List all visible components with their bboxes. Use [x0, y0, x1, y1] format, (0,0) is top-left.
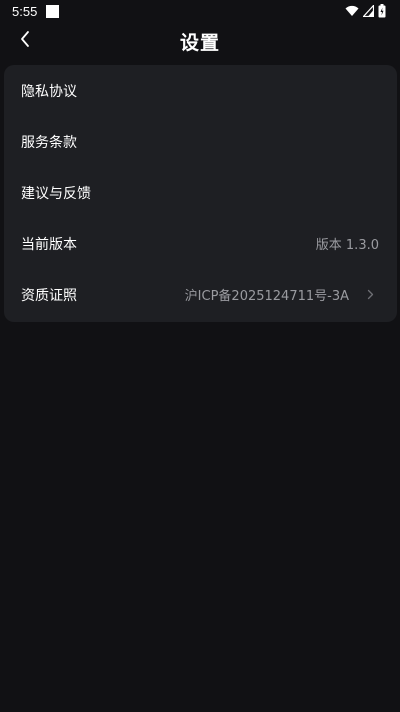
- header: 设置: [0, 24, 400, 60]
- icp-license-value: 沪ICP备2025124711号-3A: [184, 289, 349, 304]
- battery-icon: [378, 4, 386, 18]
- settings-item-current-version[interactable]: 当前版本 版本 1.3.0: [4, 218, 397, 269]
- version-value: 版本 1.3.0: [315, 238, 379, 253]
- wifi-icon: [345, 5, 359, 17]
- settings-item-qualifications[interactable]: 资质证照 沪ICP备2025124711号-3A: [4, 269, 397, 320]
- status-icons: [345, 4, 386, 18]
- settings-item-label: 建议与反馈: [21, 185, 91, 202]
- settings-item-label: 当前版本: [21, 236, 77, 253]
- settings-item-label: 资质证照: [21, 287, 77, 304]
- settings-item-label: 服务条款: [21, 134, 77, 151]
- status-time: 5:55: [12, 4, 38, 19]
- signal-icon: [363, 5, 374, 17]
- settings-item-feedback[interactable]: 建议与反馈: [4, 167, 397, 218]
- settings-item-privacy-policy[interactable]: 隐私协议: [4, 65, 397, 116]
- chevron-right-icon: [365, 289, 375, 301]
- settings-list: 隐私协议 服务条款 建议与反馈 当前版本 版本 1.3.0 资质证照 沪ICP备…: [4, 65, 397, 322]
- notification-square-icon: [46, 5, 59, 18]
- page-title: 设置: [179, 32, 220, 54]
- settings-item-terms-of-service[interactable]: 服务条款: [4, 116, 397, 167]
- status-bar: 5:55: [0, 0, 400, 24]
- settings-screen: 5:55 设置 隐私协议 服务条款 建议与反馈 当前版本 版本 1.3.0 资质…: [0, 0, 400, 712]
- settings-item-label: 隐私协议: [21, 83, 77, 100]
